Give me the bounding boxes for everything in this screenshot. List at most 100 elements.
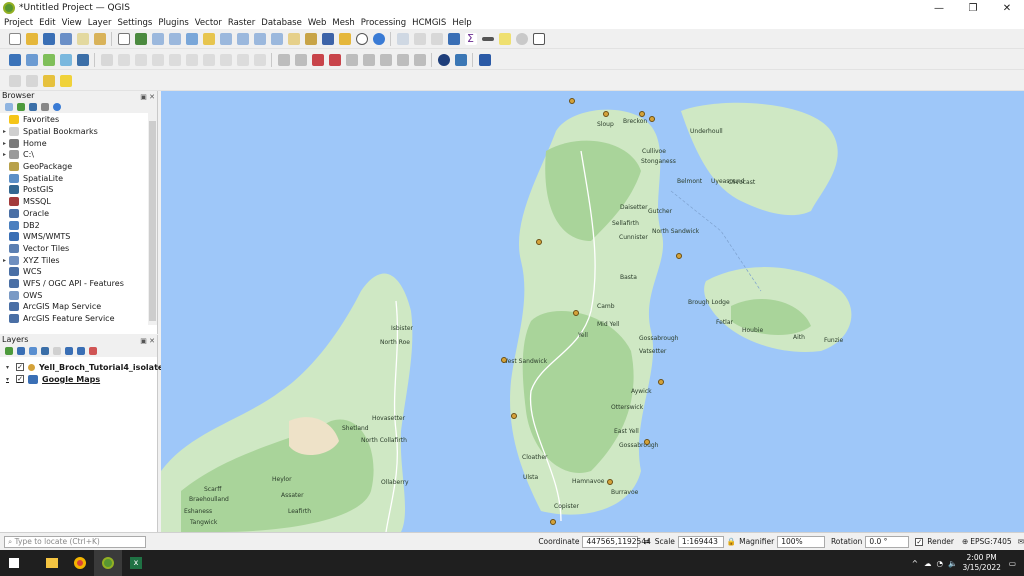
broch-point-marker[interactable] bbox=[658, 379, 664, 385]
new-3d-map-icon[interactable] bbox=[304, 32, 317, 45]
browser-item-wfs-ogc-api-features[interactable]: WFS / OGC API - Features bbox=[0, 278, 157, 290]
move-label-icon[interactable] bbox=[345, 53, 358, 66]
zoom-to-layer-icon[interactable] bbox=[219, 32, 232, 45]
refresh-icon[interactable] bbox=[17, 103, 25, 111]
browser-item-vector-tiles[interactable]: Vector Tiles bbox=[0, 243, 157, 255]
browser-item-wms-wmts[interactable]: WMS/WMTS bbox=[0, 231, 157, 243]
layer-visibility-checkbox[interactable]: ✓ bbox=[16, 375, 24, 383]
paste-features-icon[interactable] bbox=[219, 53, 232, 66]
expand-arrow-icon[interactable]: ▾ bbox=[3, 376, 12, 383]
menu-web[interactable]: Web bbox=[308, 18, 327, 28]
save-project-icon[interactable] bbox=[42, 32, 55, 45]
open-project-icon[interactable] bbox=[25, 32, 38, 45]
notifications-icon[interactable]: ▭ bbox=[1009, 559, 1016, 568]
broch-point-marker[interactable] bbox=[607, 479, 613, 485]
statistics-sigma-icon[interactable]: Σ bbox=[464, 32, 477, 45]
globe-plugin-icon[interactable] bbox=[437, 53, 450, 66]
data-source-manager-icon[interactable] bbox=[8, 53, 21, 66]
add-wms-layer-icon[interactable] bbox=[76, 53, 89, 66]
close-button[interactable]: ✕ bbox=[990, 0, 1024, 16]
cut-features-icon[interactable] bbox=[185, 53, 198, 66]
panel-float-close-icon[interactable]: ▣ ✕ bbox=[140, 336, 155, 346]
file-explorer-icon[interactable] bbox=[38, 550, 66, 576]
menu-view[interactable]: View bbox=[62, 18, 82, 28]
add-group-icon[interactable] bbox=[17, 347, 25, 355]
volume-icon[interactable]: 🔈 bbox=[948, 559, 957, 568]
broch-point-marker[interactable] bbox=[639, 111, 645, 117]
properties-icon[interactable] bbox=[53, 103, 61, 111]
delete-selected-icon[interactable] bbox=[168, 53, 181, 66]
browser-item-ows[interactable]: OWS bbox=[0, 289, 157, 301]
collapse-all-icon[interactable] bbox=[77, 347, 85, 355]
menu-project[interactable]: Project bbox=[4, 18, 33, 28]
refresh-icon[interactable] bbox=[372, 32, 385, 45]
expand-arrow-icon[interactable]: ▸ bbox=[0, 151, 9, 158]
zoom-next-icon[interactable] bbox=[270, 32, 283, 45]
filter-icon[interactable] bbox=[29, 103, 37, 111]
browser-item-oracle[interactable]: Oracle bbox=[0, 208, 157, 220]
vertex-tool-icon[interactable] bbox=[151, 53, 164, 66]
panel-float-close-icon[interactable]: ▣ ✕ bbox=[140, 92, 155, 102]
menu-edit[interactable]: Edit bbox=[39, 18, 55, 28]
pan-icon[interactable] bbox=[117, 32, 130, 45]
identify-icon[interactable] bbox=[396, 32, 409, 45]
label-tool-icon[interactable] bbox=[277, 53, 290, 66]
render-checkbox[interactable]: ✓ bbox=[915, 537, 924, 546]
field-calculator-icon[interactable] bbox=[430, 32, 443, 45]
bookmark-icon[interactable] bbox=[321, 32, 334, 45]
layer-item[interactable]: ▾ ✓ Yell_Broch_Tutorial4_isolatedda bbox=[0, 361, 180, 373]
help-contents-icon[interactable] bbox=[478, 53, 491, 66]
text-annotation-icon[interactable] bbox=[532, 32, 545, 45]
messages-icon[interactable]: ✉ bbox=[1018, 537, 1024, 546]
show-bookmarks-icon[interactable] bbox=[338, 32, 351, 45]
crs-globe-icon[interactable]: ⊕ bbox=[962, 537, 968, 546]
crs-button[interactable]: EPSG:7405 bbox=[970, 537, 1011, 546]
filter-legend-icon[interactable] bbox=[41, 347, 49, 355]
processing-toolbox-icon[interactable] bbox=[447, 32, 460, 45]
new-layer-icon[interactable] bbox=[25, 53, 38, 66]
annotation-icon[interactable] bbox=[59, 74, 72, 87]
layer-visibility-checkbox[interactable]: ✓ bbox=[16, 363, 24, 371]
temporal-controller-icon[interactable] bbox=[355, 32, 368, 45]
add-vector-layer-icon[interactable] bbox=[42, 53, 55, 66]
deselect-icon[interactable] bbox=[25, 74, 38, 87]
undo-icon[interactable] bbox=[236, 53, 249, 66]
new-print-layout-icon[interactable] bbox=[76, 32, 89, 45]
layout-manager-icon[interactable] bbox=[93, 32, 106, 45]
broch-point-marker[interactable] bbox=[676, 253, 682, 259]
menu-layer[interactable]: Layer bbox=[88, 18, 112, 28]
tray-chevron-icon[interactable]: ^ bbox=[912, 559, 918, 568]
browser-item-mssql[interactable]: MSSQL bbox=[0, 196, 157, 208]
move-diagram-icon[interactable] bbox=[396, 53, 409, 66]
browser-item-geopackage[interactable]: GeoPackage bbox=[0, 161, 157, 173]
browser-item-db2[interactable]: DB2 bbox=[0, 219, 157, 231]
redo-icon[interactable] bbox=[253, 53, 266, 66]
layer-item[interactable]: ▾ ✓ Google Maps bbox=[0, 373, 157, 385]
broch-point-marker[interactable] bbox=[536, 239, 542, 245]
change-label-icon[interactable] bbox=[379, 53, 392, 66]
manage-visibility-icon[interactable] bbox=[29, 347, 37, 355]
remove-layer-icon[interactable] bbox=[89, 347, 97, 355]
pan-to-selection-icon[interactable] bbox=[134, 32, 147, 45]
browser-item-xyz-tiles[interactable]: ▸ XYZ Tiles bbox=[0, 254, 157, 266]
zoom-native-icon[interactable] bbox=[236, 32, 249, 45]
locator-search-input[interactable]: ⌕ Type to locate (Ctrl+K) bbox=[4, 535, 147, 548]
zoom-out-icon[interactable] bbox=[168, 32, 181, 45]
menu-settings[interactable]: Settings bbox=[117, 18, 152, 28]
zoom-last-icon[interactable] bbox=[253, 32, 266, 45]
browser-item-postgis[interactable]: PostGIS bbox=[0, 184, 157, 196]
open-layer-styling-icon[interactable] bbox=[5, 347, 13, 355]
chrome-icon[interactable] bbox=[66, 550, 94, 576]
browser-item-arcgis-feature-service[interactable]: ArcGIS Feature Service bbox=[0, 313, 157, 325]
copy-features-icon[interactable] bbox=[202, 53, 215, 66]
coordinate-field[interactable]: 447565,1192544 bbox=[582, 535, 651, 548]
expand-arrow-icon[interactable]: ▸ bbox=[0, 128, 9, 135]
broch-point-marker[interactable] bbox=[511, 413, 517, 419]
qgis-taskbar-icon[interactable] bbox=[94, 550, 122, 576]
expand-arrow-icon[interactable]: ▸ bbox=[0, 257, 9, 264]
menu-hcmgis[interactable]: HCMGIS bbox=[412, 18, 446, 28]
expand-all-icon[interactable] bbox=[65, 347, 73, 355]
magnifier-field[interactable]: 100% bbox=[777, 535, 825, 548]
broch-point-marker[interactable] bbox=[573, 310, 579, 316]
map-tips-icon[interactable] bbox=[498, 32, 511, 45]
